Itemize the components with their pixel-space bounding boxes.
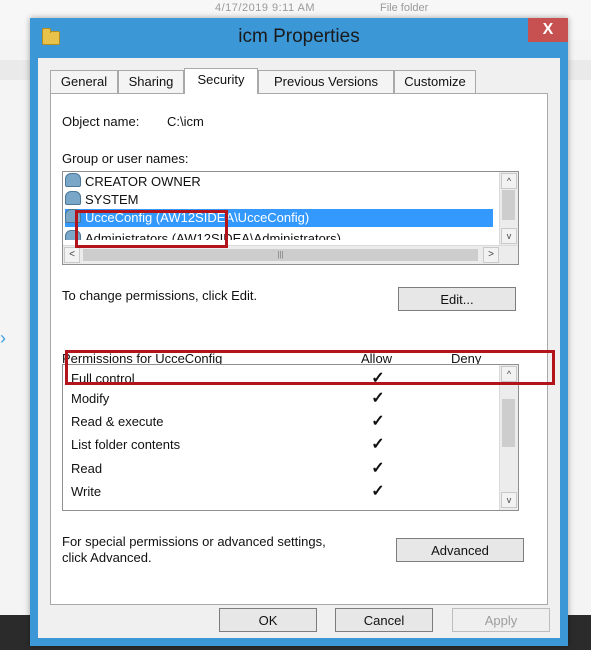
scroll-thumb[interactable] [502,399,515,447]
security-tab-page: Object name: C:\icm Group or user names:… [50,93,548,605]
cancel-button[interactable]: Cancel [335,608,433,632]
close-button[interactable]: X [528,18,568,42]
permission-row-read-execute: Read & execute ✓ [63,410,500,433]
allow-check-icon: ✓ [371,460,385,477]
dialog-body: General Sharing Security Previous Versio… [38,58,560,638]
special-permissions-text-1: For special permissions or advanced sett… [62,534,326,549]
tab-security[interactable]: Security [184,68,258,94]
tab-customize[interactable]: Customize [394,70,476,93]
permission-row-write: Write ✓ [63,480,500,503]
background-type: File folder [380,2,429,14]
tab-general[interactable]: General [50,70,118,93]
edit-button[interactable]: Edit... [398,287,516,311]
permission-row-modify: Modify ✓ [63,387,500,410]
object-name-value: C:\icm [167,114,204,129]
user-group-icon [65,173,81,187]
user-group-icon [65,191,81,205]
highlight-user-annotation [75,210,228,248]
allow-check-icon: ✓ [371,413,385,430]
properties-window: icm Properties X General Sharing Securit… [30,18,568,646]
permission-row-list-folder: List folder contents ✓ [63,433,500,456]
scroll-right-icon[interactable]: > [483,247,499,263]
list-item[interactable]: CREATOR OWNER [65,173,201,191]
scroll-down-icon[interactable]: v [501,492,517,508]
window-title: icm Properties [238,26,360,47]
scroll-down-icon[interactable]: v [501,228,517,244]
apply-button[interactable]: Apply [452,608,550,632]
tab-sharing[interactable]: Sharing [118,70,184,93]
ok-button[interactable]: OK [219,608,317,632]
highlight-full-control-annotation [65,350,555,385]
scroll-thumb-grip[interactable]: ||| [83,249,478,261]
permission-row-read: Read ✓ [63,457,500,480]
side-arrow-icon: › [0,328,6,348]
list-vertical-scrollbar[interactable]: ^ v [499,172,518,246]
change-permissions-text: To change permissions, click Edit. [62,288,258,303]
object-name-label: Object name: [62,114,140,129]
tab-previous-versions[interactable]: Previous Versions [258,70,394,93]
allow-check-icon: ✓ [371,436,385,453]
scroll-up-icon[interactable]: ^ [501,173,517,189]
background-timestamp: 4/17/2019 9:11 AM [215,2,316,14]
advanced-button[interactable]: Advanced [396,538,524,562]
title-bar[interactable]: icm Properties X [30,18,568,58]
special-permissions-text-2: click Advanced. [62,550,152,565]
scroll-thumb[interactable] [502,190,515,220]
group-names-label: Group or user names: [62,151,189,166]
allow-check-icon: ✓ [371,483,385,500]
scroll-left-icon[interactable]: < [64,247,80,263]
permissions-scrollbar[interactable]: ^ v [499,365,518,510]
permissions-list[interactable]: Full control ✓ Modify ✓ Read & execute ✓… [62,364,519,511]
allow-check-icon: ✓ [371,390,385,407]
list-item[interactable]: SYSTEM [65,191,138,209]
